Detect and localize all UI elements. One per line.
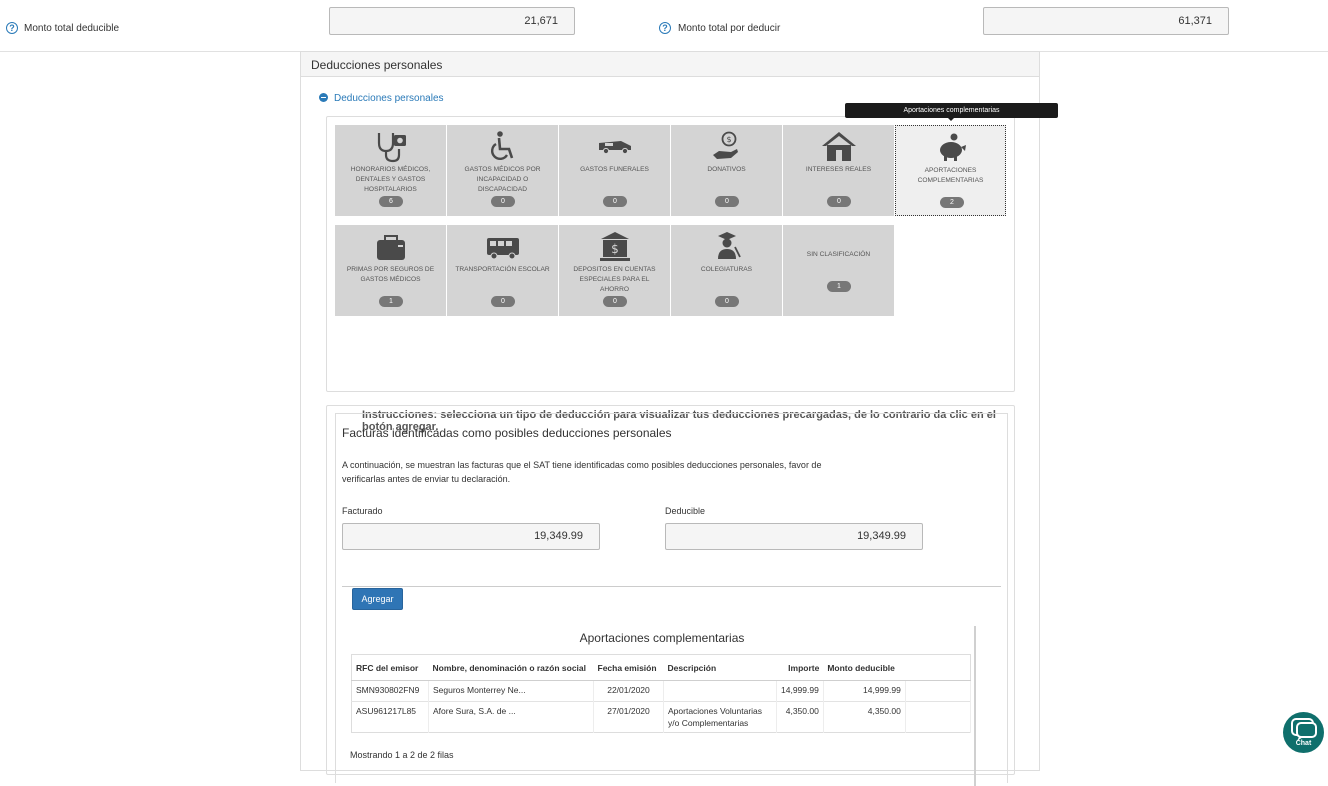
graduate-icon — [717, 232, 741, 259]
column-header[interactable]: RFC del emisor — [351, 654, 429, 681]
chat-label: Chat — [1295, 740, 1312, 747]
count-badge: 0 — [603, 196, 627, 207]
cell-name: Afore Sura, S.A. de ... — [428, 701, 594, 733]
cell-name: Seguros Monterrey Ne... — [428, 680, 594, 702]
tile-transportacion-escolar[interactable]: Transportación escolar 0 — [447, 225, 558, 316]
deductible-field: 19,349.99 — [665, 523, 923, 550]
tile-primas-seguros[interactable]: Primas por seguros de gastos médicos 1 — [335, 225, 446, 316]
count-badge: 1 — [379, 296, 403, 307]
tile-gastos-funerales[interactable]: Gastos funerales 0 — [559, 125, 670, 216]
tile-label: Primas por seguros de gastos médicos — [346, 266, 435, 283]
hearse-icon — [598, 141, 631, 155]
count-badge: 1 — [827, 281, 851, 292]
tile-depositos-ahorro[interactable]: $ Depositos en cuentas especiales para e… — [559, 225, 670, 316]
count-badge: 0 — [491, 296, 515, 307]
panel-title: Deducciones personales — [301, 52, 1039, 77]
tile-label: Sin clasificación — [806, 251, 871, 258]
cell-amount: 4,350.00 — [776, 701, 824, 733]
count-badge: 0 — [827, 196, 851, 207]
table-row[interactable]: ASU961217L85 Afore Sura, S.A. de ... 27/… — [351, 701, 972, 733]
add-button[interactable]: Agregar — [352, 588, 403, 610]
piggy-bank-icon — [939, 133, 966, 161]
invoices-table-container: Aportaciones complementarias RFC del emi… — [348, 626, 976, 786]
cell-empty — [905, 701, 972, 733]
cell-date: 27/01/2020 — [593, 701, 664, 733]
tile-intereses-reales[interactable]: Intereses reales 0 — [783, 125, 894, 216]
house-icon — [821, 132, 856, 161]
cell-description — [663, 680, 777, 702]
tile-label: Transportación escolar — [455, 266, 550, 273]
tile-aportaciones-complementarias[interactable]: Aportaciones complementarias 2 — [895, 125, 1006, 216]
tile-label: Gastos médicos por incapacidad o discapa… — [464, 166, 541, 193]
column-header-empty — [905, 654, 971, 681]
count-badge: 0 — [491, 196, 515, 207]
collapse-toggle[interactable]: Deducciones personales — [319, 92, 444, 104]
cell-description: Aportaciones Voluntarias y/o Complementa… — [663, 701, 777, 733]
chat-button[interactable]: Chat — [1283, 712, 1324, 753]
table-header-row: RFC del emisor Nombre, denominación o ra… — [351, 654, 971, 681]
tile-colegiaturas[interactable]: Colegiaturas 0 — [671, 225, 782, 316]
tile-label: Aportaciones complementarias — [917, 167, 984, 184]
count-badge: 2 — [940, 197, 964, 208]
cell-rfc: ASU961217L85 — [351, 701, 429, 733]
column-header[interactable]: Descripción — [663, 654, 777, 681]
cell-rfc: SMN930802FN9 — [351, 680, 429, 702]
medical-bag-icon — [376, 235, 405, 260]
tile-label: Gastos funerales — [580, 166, 649, 173]
cell-amount: 14,999.99 — [776, 680, 824, 702]
invoices-title: Facturas identificadas como posibles ded… — [342, 426, 672, 440]
divider — [342, 586, 1001, 587]
column-header[interactable]: Importe — [776, 654, 824, 681]
count-badge: 0 — [715, 296, 739, 307]
categories-box: Honorarios médicos, dentales y gastos ho… — [326, 116, 1015, 433]
count-badge: 6 — [379, 196, 403, 207]
tile-label: Intereses reales — [805, 166, 872, 173]
count-badge: 0 — [603, 296, 627, 307]
column-header[interactable]: Monto deducible — [823, 654, 906, 681]
tile-label: Honorarios médicos, dentales y gastos ho… — [350, 166, 431, 193]
total-deductible-label: Monto total deducible — [24, 23, 120, 34]
collapse-label: Deducciones personales — [334, 93, 444, 104]
tile-label: Colegiaturas — [700, 266, 753, 273]
bank-icon: $ — [599, 232, 630, 261]
billed-field: 19,349.99 — [342, 523, 600, 550]
help-icon[interactable]: ? — [659, 22, 671, 34]
help-icon[interactable]: ? — [6, 22, 18, 34]
personal-deductions-panel: Deducciones personales Deducciones perso… — [300, 51, 1058, 786]
invoices-section: Facturas identificadas como posibles ded… — [326, 405, 1015, 786]
count-badge: 0 — [715, 196, 739, 207]
donation-hand-icon: $ — [712, 131, 738, 159]
tile-gastos-medicos-incapacidad[interactable]: Gastos médicos por incapacidad o discapa… — [447, 125, 558, 216]
cell-deductible: 4,350.00 — [823, 701, 906, 733]
total-deductible-field: 21,671 — [329, 7, 575, 35]
table-title: Aportaciones complementarias — [579, 631, 745, 645]
deductible-label: Deducible — [665, 506, 706, 516]
tile-sin-clasificacion[interactable]: Sin clasificación 1 — [783, 225, 894, 316]
tile-honorarios-medicos[interactable]: Honorarios médicos, dentales y gastos ho… — [335, 125, 446, 216]
tile-label: Depositos en cuentas especiales para el … — [573, 266, 656, 293]
svg-text:$: $ — [726, 135, 731, 144]
cell-deductible: 14,999.99 — [823, 680, 906, 702]
tile-donativos[interactable]: $ Donativos 0 — [671, 125, 782, 216]
table-row[interactable]: SMN930802FN9 Seguros Monterrey Ne... 22/… — [351, 680, 972, 702]
wheelchair-icon — [490, 131, 513, 160]
minus-circle-icon — [319, 93, 328, 102]
billed-label: Facturado — [342, 506, 383, 516]
to-deduct-label: Monto total por deducir — [678, 23, 781, 34]
tooltip: Aportaciones complementarias — [845, 103, 1058, 121]
svg-text:$: $ — [611, 242, 619, 256]
cell-date: 22/01/2020 — [593, 680, 664, 702]
invoices-description: A continuación, se muestran las facturas… — [342, 460, 822, 484]
invoices-table: RFC del emisor Nombre, denominación o ra… — [351, 654, 972, 733]
stethoscope-icon — [377, 133, 406, 163]
school-bus-icon — [486, 238, 519, 260]
invoices-card: Facturas identificadas como posibles ded… — [335, 413, 1008, 786]
to-deduct-field: 61,371 — [983, 7, 1229, 35]
cell-empty — [905, 680, 972, 702]
column-header[interactable]: Nombre, denominación o razón social — [428, 654, 594, 681]
tile-label: Donativos — [707, 166, 746, 173]
column-header[interactable]: Fecha emisión — [593, 654, 664, 681]
